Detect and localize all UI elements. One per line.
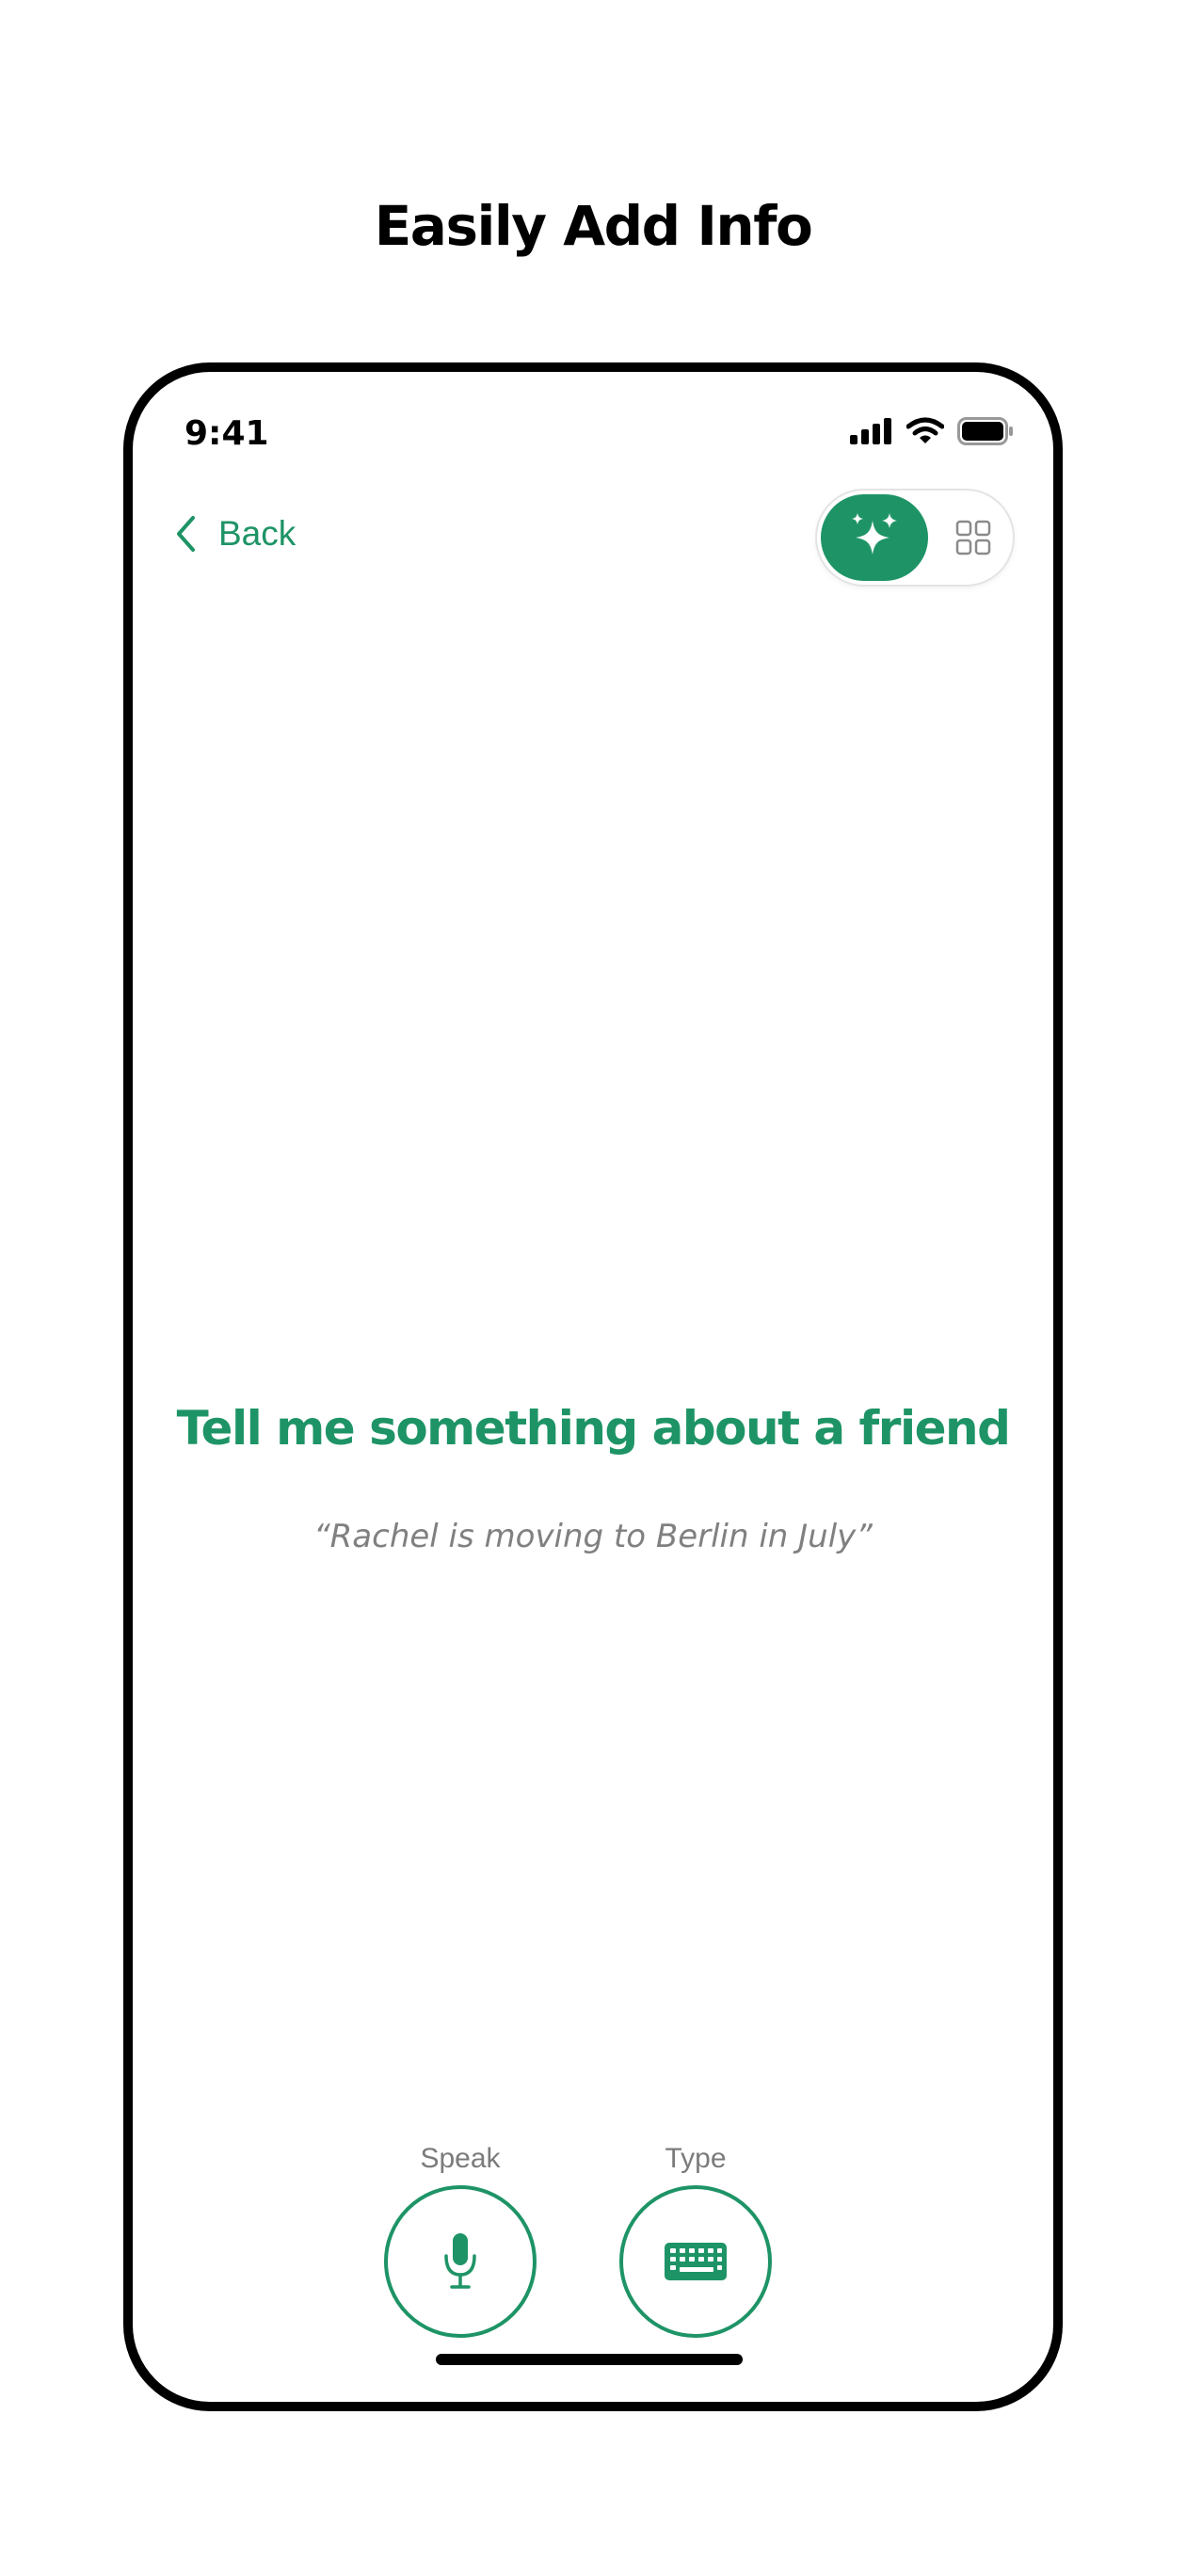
cellular-signal-icon — [850, 418, 891, 444]
chevron-left-icon — [177, 516, 195, 552]
speak-label: Speak — [420, 2143, 501, 2174]
status-icons — [850, 417, 1014, 445]
type-label: Type — [665, 2143, 727, 2174]
back-label: Back — [218, 514, 296, 553]
ai-mode-button[interactable] — [821, 494, 928, 581]
sparkles-icon — [852, 513, 897, 555]
battery-icon — [957, 417, 1013, 445]
type-button[interactable] — [619, 2185, 772, 2338]
keyboard-icon — [665, 2243, 727, 2280]
speak-button[interactable] — [384, 2185, 537, 2338]
grid-icon — [955, 520, 991, 555]
microphone-icon — [444, 2233, 476, 2289]
wifi-icon — [906, 417, 944, 443]
prompt-example: “Rachel is moving to Berlin in July” — [313, 1518, 873, 1555]
back-button[interactable]: Back — [175, 513, 296, 555]
home-indicator — [436, 2354, 743, 2365]
prompt-title: Tell me something about a friend — [176, 1401, 1011, 1456]
grid-mode-button[interactable] — [939, 494, 1007, 581]
status-time: 9:41 — [184, 414, 269, 453]
headline: Easily Add Info — [374, 194, 813, 258]
mode-toggle — [815, 489, 1015, 587]
phone-frame: 9:41 Back Tell me something about a frie… — [123, 362, 1063, 2411]
